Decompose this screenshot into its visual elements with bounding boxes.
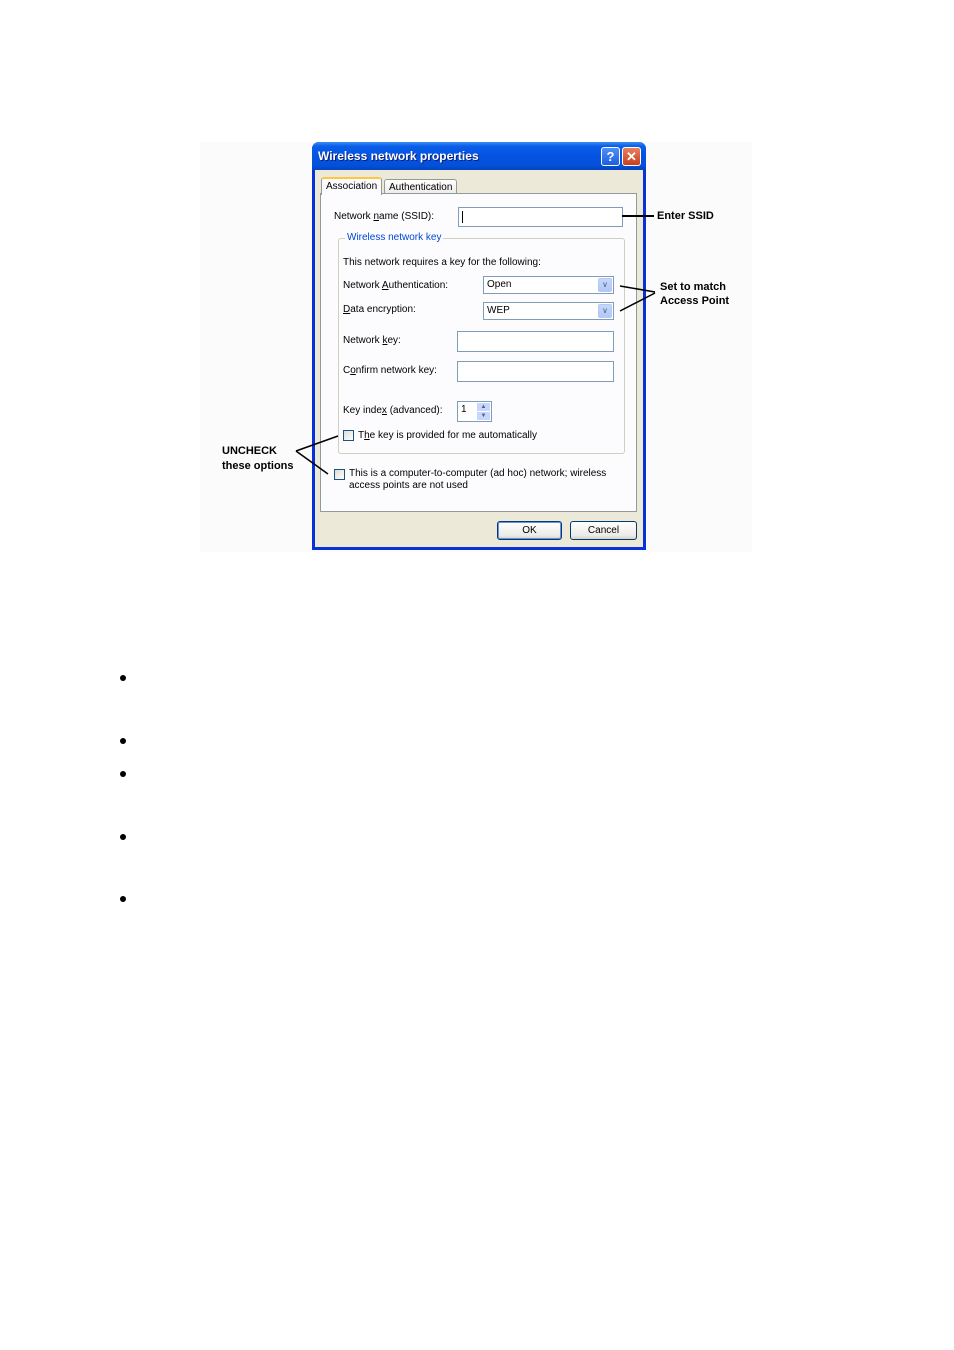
set-match-annotation-line2: Access Point (660, 295, 730, 307)
enter-ssid-annotation: Enter SSID (657, 210, 714, 222)
adhoc-callout-line (295, 450, 329, 475)
set-match-annotation-line1: Set to match (660, 281, 727, 293)
bullet-4 (120, 834, 126, 840)
auth-callout-line (619, 285, 656, 293)
auto-key-callout-line (295, 435, 339, 452)
uncheck-annotation-line2: these options (222, 460, 294, 472)
bullet-1 (120, 675, 126, 681)
uncheck-annotation-line1: UNCHECK (222, 445, 277, 457)
encryption-callout-line (619, 292, 656, 312)
bullet-5 (120, 896, 126, 902)
tab-association[interactable]: Association (321, 177, 383, 195)
bullet-3 (120, 771, 126, 777)
callout-lines (295, 215, 656, 475)
bullet-2 (120, 738, 126, 744)
